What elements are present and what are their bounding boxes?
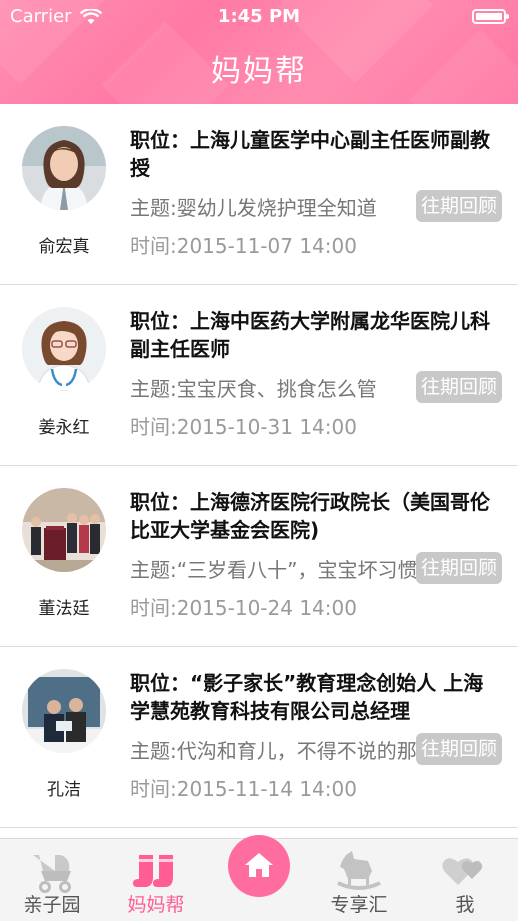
expert-position: 职位：上海儿童医学中心副主任医师副教授 — [130, 128, 490, 180]
tab-bar: 亲子园 妈妈帮 专享汇 我 — [0, 835, 518, 921]
home-icon — [245, 853, 273, 877]
tab-exclusive[interactable]: 专享汇 — [306, 839, 412, 921]
session-time: 时间:2015-11-14 14:00 — [130, 777, 357, 801]
expert-topic: 主题:婴幼儿发烧护理全知道 — [130, 196, 377, 220]
expert-card[interactable]: 姜永红 职位：上海中医药大学附属龙华医院儿科副主任医师 主题:宝宝厌食、挑食怎么… — [0, 285, 518, 466]
expert-position: 职位：“影子家长”教育理念创始人 上海学慧苑教育科技有限公司总经理 — [130, 671, 484, 723]
tab-me[interactable]: 我 — [412, 839, 518, 921]
status-bar: Carrier 1:45 PM — [0, 0, 518, 34]
expert-list: 俞宏真 职位：上海儿童医学中心副主任医师副教授 主题:婴幼儿发烧护理全知道 往期… — [0, 104, 518, 828]
tab-label: 我 — [455, 894, 475, 916]
session-time: 时间:2015-10-31 14:00 — [130, 415, 357, 439]
expert-topic: 主题:代沟和育儿，不得不说的那些事 — [130, 739, 420, 763]
tab-label: 专享汇 — [330, 894, 388, 916]
doctor-avatar — [22, 488, 106, 572]
session-time: 时间:2015-10-24 14:00 — [130, 596, 357, 620]
baby-booties-icon — [133, 855, 173, 887]
expert-name: 董法廷 — [38, 599, 90, 619]
expert-name: 俞宏真 — [38, 237, 90, 257]
session-time: 时间:2015-11-07 14:00 — [130, 234, 357, 258]
home-button[interactable] — [228, 835, 290, 897]
hearts-icon — [442, 858, 483, 885]
expert-card[interactable]: 俞宏真 职位：上海儿童医学中心副主任医师副教授 主题:婴幼儿发烧护理全知道 往期… — [0, 104, 518, 285]
tab-label: 妈妈帮 — [127, 894, 185, 916]
tab-label: 亲子园 — [23, 894, 81, 916]
header-bar: Carrier 1:45 PM 妈妈帮 — [0, 0, 518, 104]
expert-name: 孔洁 — [47, 780, 81, 800]
expert-topic: 主题:宝宝厌食、挑食怎么管 — [130, 377, 377, 401]
expert-name: 姜永红 — [38, 418, 90, 438]
expert-card[interactable]: 孔洁 职位：“影子家长”教育理念创始人 上海学慧苑教育科技有限公司总经理 主题:… — [0, 647, 518, 828]
past-review-button[interactable]: 往期回顾 — [416, 371, 502, 403]
battery-icon — [472, 9, 509, 24]
expert-position: 职位：上海德济医院行政院长（美国哥伦比亚大学基金会医院) — [130, 490, 490, 542]
tab-mama-help[interactable]: 妈妈帮 — [104, 839, 208, 921]
doctor-avatar — [22, 307, 106, 391]
past-review-button[interactable]: 往期回顾 — [416, 552, 502, 584]
expert-topic: 主题:“三岁看八十”，宝宝坏习惯早纠正 — [130, 558, 420, 582]
past-review-button[interactable]: 往期回顾 — [416, 190, 502, 222]
past-review-button[interactable]: 往期回顾 — [416, 733, 502, 765]
page-title: 妈妈帮 — [211, 54, 307, 89]
rocking-horse-icon — [337, 851, 381, 890]
expert-position: 职位：上海中医药大学附属龙华医院儿科副主任医师 — [130, 309, 490, 361]
stroller-icon — [33, 855, 71, 893]
expert-card[interactable]: 董法廷 职位：上海德济医院行政院长（美国哥伦比亚大学基金会医院) 主题:“三岁看… — [0, 466, 518, 647]
tab-parent-child-park[interactable]: 亲子园 — [0, 839, 104, 921]
status-time: 1:45 PM — [217, 6, 301, 27]
doctor-avatar — [22, 669, 106, 753]
doctor-avatar — [22, 126, 106, 210]
